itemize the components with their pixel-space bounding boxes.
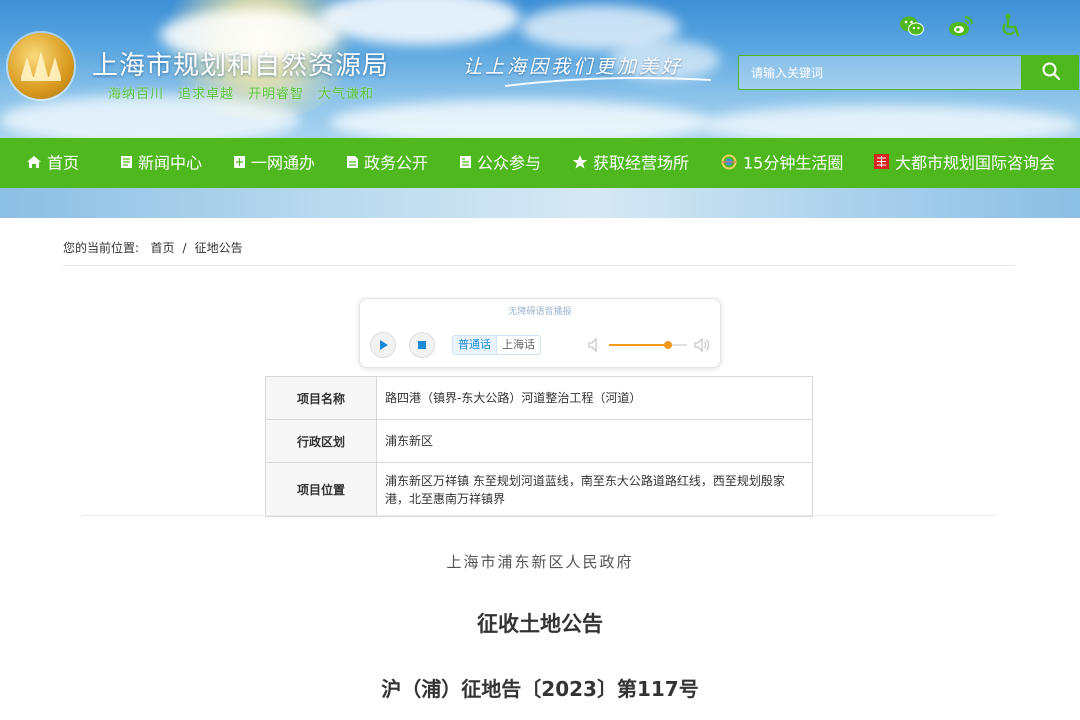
stop-icon bbox=[418, 341, 426, 349]
nav-label: 政务公开 bbox=[364, 153, 429, 173]
search-button[interactable] bbox=[1022, 55, 1079, 90]
breadcrumb: 您的当前位置: 首页 / 征地公告 bbox=[63, 239, 243, 256]
nav-label: 15分钟生活圈 bbox=[743, 153, 844, 173]
nav-item-15min-life-circle[interactable]: 15分钟生活圈 bbox=[720, 138, 843, 188]
search-box bbox=[738, 55, 1079, 92]
volume-low-icon[interactable] bbox=[587, 337, 601, 353]
issuing-organization: 上海市浦东新区人民政府 bbox=[446, 553, 634, 571]
slogan-swoosh bbox=[504, 77, 712, 87]
banner-strip bbox=[0, 188, 1080, 218]
project-info-table: 项目名称 路四港（镇界-东大公路）河道整治工程（河道） 行政区划 浦东新区 项目… bbox=[265, 376, 813, 517]
nav-item-participate[interactable]: 公众参与 bbox=[459, 138, 541, 188]
motto-item: 海纳百川 bbox=[108, 87, 165, 102]
language-shanghainese[interactable]: 上海话 bbox=[497, 336, 540, 354]
site-motto: 海纳百川 追求卓越 开明睿智 大气谦和 bbox=[108, 83, 388, 102]
nav-label: 一网通办 bbox=[251, 153, 316, 173]
seal-icon bbox=[874, 154, 889, 169]
star-icon bbox=[573, 155, 587, 169]
header-banner: 上海市规划和自然资源局 海纳百川 追求卓越 开明睿智 大气谦和 让上海因我们更加美好 bbox=[0, 0, 1080, 138]
breadcrumb-separator: / bbox=[182, 241, 187, 255]
volume-fill bbox=[609, 344, 668, 346]
news-icon bbox=[121, 155, 132, 168]
breadcrumb-home[interactable]: 首页 bbox=[151, 241, 175, 255]
nav-item-public-affairs[interactable]: 政务公开 bbox=[346, 138, 428, 188]
play-icon bbox=[380, 340, 388, 350]
play-button[interactable] bbox=[370, 332, 396, 358]
breadcrumb-prefix: 您的当前位置: bbox=[63, 241, 140, 255]
breadcrumb-current[interactable]: 征地公告 bbox=[195, 241, 243, 255]
search-input[interactable] bbox=[738, 55, 1022, 90]
cloud bbox=[330, 100, 710, 138]
weibo-icon[interactable] bbox=[947, 12, 975, 40]
row-key: 行政区划 bbox=[265, 419, 377, 463]
search-icon bbox=[1042, 62, 1060, 80]
nav-item-business-premises[interactable]: 获取经营场所 bbox=[572, 138, 689, 188]
row-value: 浦东新区 bbox=[376, 419, 813, 463]
row-value: 路四港（镇界-东大公路）河道整治工程（河道） bbox=[376, 376, 813, 420]
logo-emblem-icon bbox=[21, 51, 61, 81]
breadcrumb-divider bbox=[63, 265, 1015, 266]
participate-icon bbox=[460, 155, 471, 168]
nav-label: 首页 bbox=[47, 153, 80, 173]
motto-item: 大气谦和 bbox=[318, 87, 375, 102]
row-key: 项目名称 bbox=[265, 376, 377, 420]
volume-slider[interactable] bbox=[609, 341, 687, 349]
motto-item: 追求卓越 bbox=[178, 87, 235, 102]
stop-button[interactable] bbox=[409, 332, 435, 358]
document-title: 征收土地公告 bbox=[477, 612, 603, 636]
main-content: 您的当前位置: 首页 / 征地公告 无障碍语音播报 普通话 上海话 项目名称 路… bbox=[0, 218, 1080, 720]
site-title[interactable]: 上海市规划和自然资源局 bbox=[92, 45, 389, 82]
table-row: 项目位置 浦东新区万祥镇 东至规划河道蓝线，南至东大公路道路红线，西至规划殷家港… bbox=[265, 462, 813, 517]
nav-item-news[interactable]: 新闻中心 bbox=[120, 138, 202, 188]
speech-player: 无障碍语音播报 普通话 上海话 bbox=[359, 298, 721, 368]
nav-item-intl-planning-consultation[interactable]: 大都市规划国际咨询会 bbox=[873, 138, 1055, 188]
volume-high-icon[interactable] bbox=[693, 337, 711, 353]
nav-label: 获取经营场所 bbox=[593, 153, 690, 173]
home-icon bbox=[27, 155, 41, 168]
row-value: 浦东新区万祥镇 东至规划河道蓝线，南至东大公路道路红线，西至规划殷家港，北至惠南… bbox=[376, 462, 813, 517]
service-icon bbox=[234, 155, 245, 168]
circle-icon bbox=[721, 154, 737, 169]
volume-handle[interactable] bbox=[663, 341, 672, 349]
document-number: 沪（浦）征地告〔2023〕第117号 bbox=[381, 677, 699, 701]
row-key: 项目位置 bbox=[265, 462, 377, 517]
nav-label: 大都市规划国际咨询会 bbox=[895, 153, 1056, 173]
table-row: 项目名称 路四港（镇界-东大公路）河道整治工程（河道） bbox=[265, 376, 813, 420]
social-icons bbox=[898, 12, 1028, 40]
language-switch: 普通话 上海话 bbox=[452, 335, 541, 355]
main-nav: 首页 新闻中心 一网通办 政务公开 公众参与 获取经营场所 15分钟生活圈 大都… bbox=[0, 138, 1080, 188]
slogan: 让上海因我们更加美好 bbox=[463, 56, 684, 78]
table-row: 行政区划 浦东新区 bbox=[265, 419, 813, 463]
motto-item: 开明睿智 bbox=[248, 87, 305, 102]
nav-label: 新闻中心 bbox=[138, 153, 203, 173]
cloud bbox=[700, 105, 1080, 138]
section-divider bbox=[82, 515, 996, 516]
language-mandarin[interactable]: 普通话 bbox=[453, 336, 497, 354]
wechat-icon[interactable] bbox=[898, 12, 926, 40]
nav-item-home[interactable]: 首页 bbox=[26, 138, 79, 188]
nav-item-service[interactable]: 一网通办 bbox=[233, 138, 315, 188]
logo[interactable] bbox=[8, 33, 74, 99]
nav-label: 公众参与 bbox=[477, 153, 542, 173]
doc-icon bbox=[347, 155, 358, 168]
player-title: 无障碍语音播报 bbox=[508, 307, 572, 317]
accessibility-icon[interactable] bbox=[997, 12, 1025, 40]
